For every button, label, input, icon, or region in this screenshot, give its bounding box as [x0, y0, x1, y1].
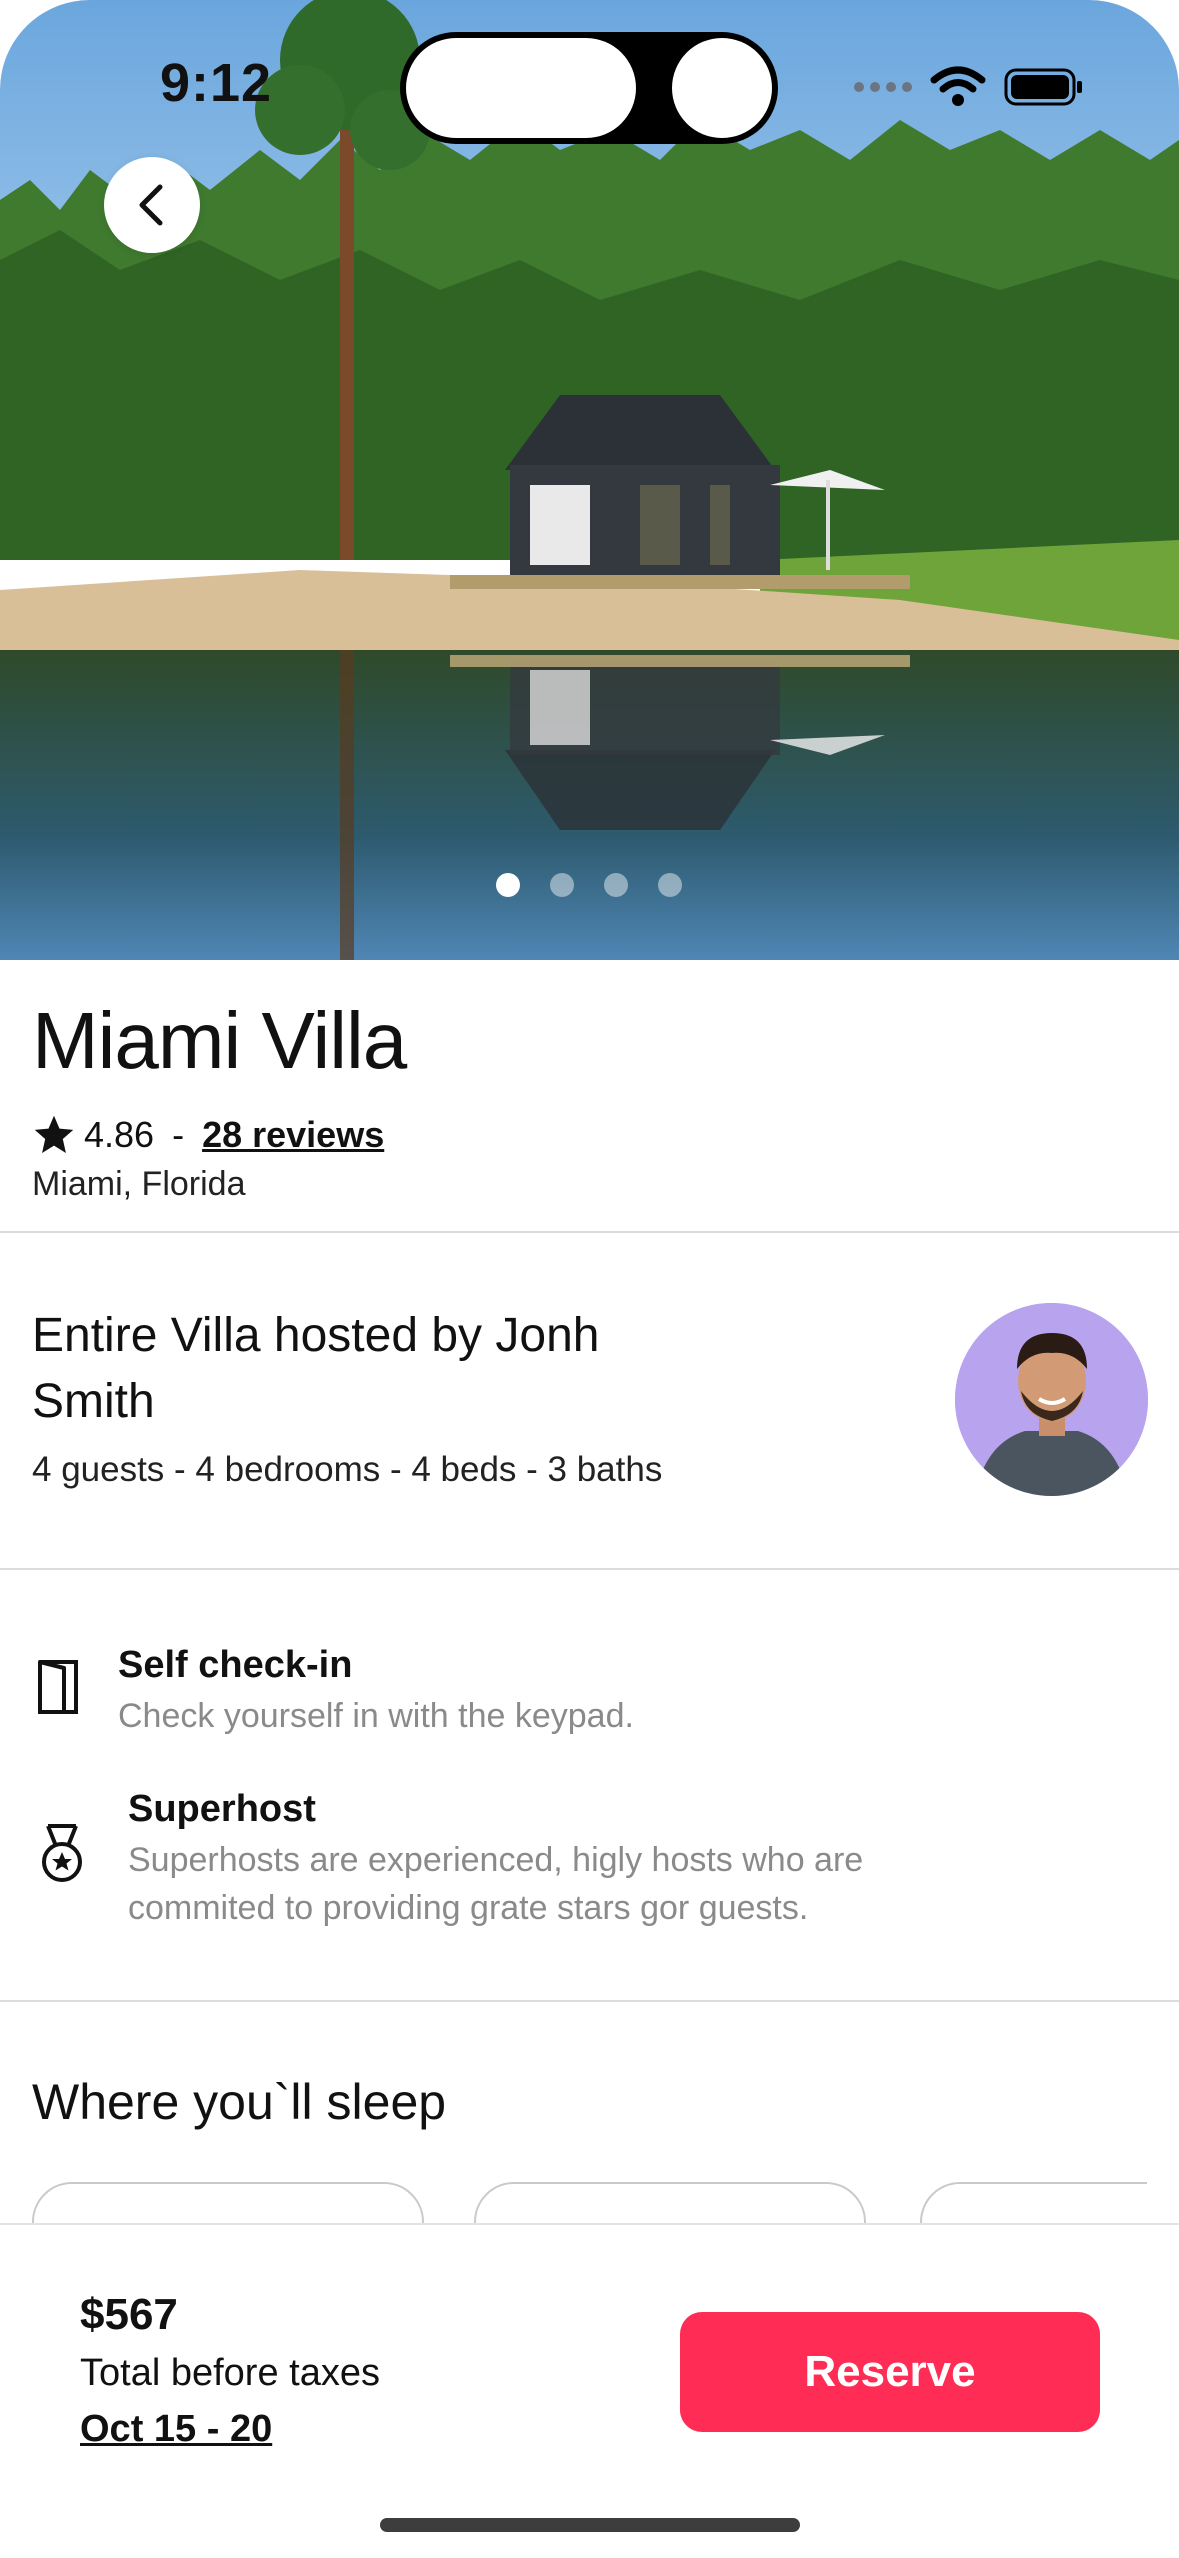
medal-icon — [42, 1824, 82, 1882]
page-dot-4[interactable] — [658, 873, 682, 897]
host-avatar-image — [955, 1303, 1148, 1496]
reserve-button[interactable]: Reserve — [680, 2312, 1100, 2432]
sleep-section-title: Where you`ll sleep — [32, 2074, 447, 2130]
home-indicator[interactable] — [380, 2518, 800, 2532]
divider — [0, 1231, 1179, 1233]
host-avatar[interactable] — [955, 1303, 1148, 1496]
listing-capacity: 4 guests - 4 bedrooms - 4 beds - 3 baths — [32, 1450, 663, 1489]
cellular-signal-icon — [854, 82, 912, 92]
listing-title: Miami Villa — [32, 996, 407, 1085]
battery-icon — [1004, 68, 1082, 106]
rating-separator: - — [172, 1114, 185, 1155]
feature-desc-self-checkin: Check yourself in with the keypad. — [118, 1697, 634, 1735]
reviews-link[interactable]: 28 reviews — [202, 1114, 384, 1156]
rating-row: 4.86 - 28 reviews — [32, 1113, 384, 1157]
divider — [0, 1568, 1179, 1570]
price: $567 — [80, 2290, 178, 2339]
price-note: Total before taxes — [80, 2352, 380, 2394]
page-dot-3[interactable] — [604, 873, 628, 897]
rating-value: 4.86 — [84, 1114, 155, 1155]
listing-photo — [0, 0, 1179, 960]
gallery-page-indicator[interactable] — [496, 873, 682, 897]
status-icons — [854, 62, 1084, 112]
divider — [0, 2000, 1179, 2002]
chevron-left-icon — [139, 184, 163, 226]
wifi-icon — [930, 66, 986, 106]
door-icon — [38, 1660, 78, 1714]
star-icon — [34, 1115, 74, 1153]
booking-dates-link[interactable]: Oct 15 - 20 — [80, 2408, 272, 2451]
host-title: Entire Villa hosted by Jonh Smith — [32, 1309, 600, 1428]
feature-desc-superhost: Superhosts are experienced, higly hosts … — [128, 1841, 864, 1927]
feature-title-self-checkin: Self check-in — [118, 1644, 353, 1686]
dynamic-island-dot — [672, 38, 772, 138]
page-dot-1[interactable] — [496, 873, 520, 897]
page-dot-2[interactable] — [550, 873, 574, 897]
status-time: 9:12 — [160, 53, 273, 113]
feature-title-superhost: Superhost — [128, 1788, 316, 1830]
back-button[interactable] — [104, 157, 200, 253]
listing-location: Miami, Florida — [32, 1165, 246, 1203]
dynamic-island — [400, 32, 778, 144]
dynamic-island-pill — [406, 38, 636, 138]
listing-photo-gallery[interactable] — [0, 0, 1179, 960]
